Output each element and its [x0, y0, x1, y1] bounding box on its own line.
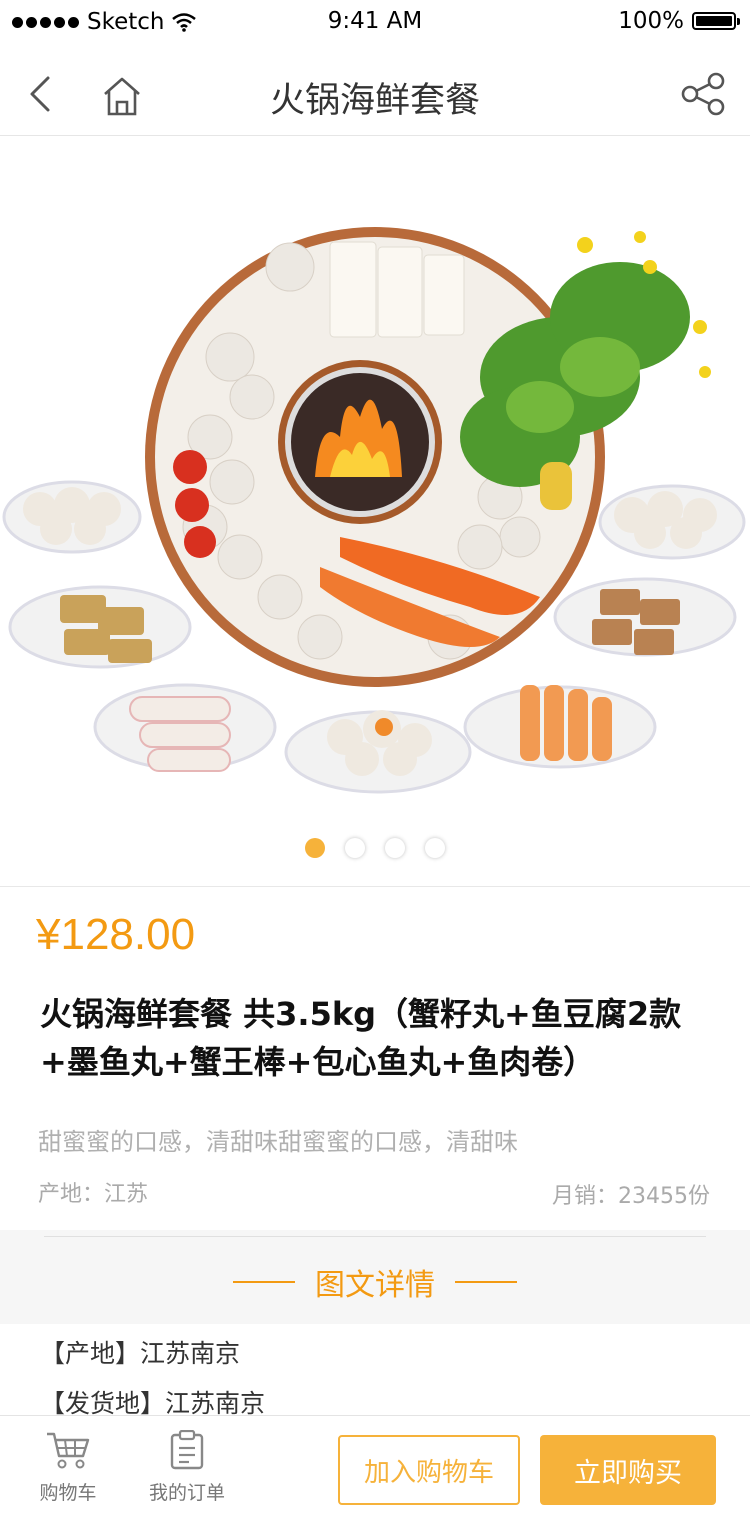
divider: [0, 886, 750, 887]
product-image-carousel[interactable]: [0, 137, 750, 885]
cart-label: 购物车: [39, 1482, 97, 1504]
cart-tab[interactable]: 购物车: [8, 1430, 128, 1505]
heading-dash-left: [233, 1281, 295, 1283]
carousel-dot-4[interactable]: [425, 838, 445, 858]
clipboard-icon: [170, 1429, 204, 1470]
carousel-dot-2[interactable]: [345, 838, 365, 858]
carousel-dot-1[interactable]: [305, 838, 325, 858]
product-price: ¥128.00: [36, 910, 196, 959]
product-description: 甜蜜蜜的口感，清甜味甜蜜蜜的口感，清甜味: [38, 1128, 518, 1156]
add-to-cart-button[interactable]: 加入购物车: [338, 1435, 520, 1505]
details-heading-label: 图文详情: [315, 1268, 435, 1303]
battery-icon: [692, 12, 740, 30]
orders-tab[interactable]: 我的订单: [127, 1429, 247, 1505]
divider: [44, 1236, 706, 1237]
nav-bar: 火锅海鲜套餐: [0, 50, 750, 136]
carousel-dot-3[interactable]: [385, 838, 405, 858]
heading-dash-right: [455, 1281, 517, 1283]
battery-percent: 100%: [618, 8, 684, 34]
carousel-indicator: [0, 838, 750, 858]
bottom-action-bar: 购物车 我的订单 加入购物车 立即购买: [0, 1415, 750, 1524]
status-bar: Sketch 9:41 AM 100%: [0, 0, 750, 42]
product-title: 火锅海鲜套餐 共3.5kg（蟹籽丸+鱼豆腐2款+墨鱼丸+蟹王棒+包心鱼丸+鱼肉卷…: [40, 995, 682, 1081]
details-heading: 图文详情: [0, 1260, 750, 1304]
page-title: 火锅海鲜套餐: [269, 81, 480, 121]
buy-now-button[interactable]: 立即购买: [540, 1435, 716, 1505]
cart-icon: [47, 1432, 90, 1469]
hotpot-image: [2, 227, 746, 794]
share-icon[interactable]: [680, 72, 728, 120]
status-right: 100%: [618, 8, 740, 34]
product-origin: 产地：江苏: [38, 1182, 149, 1207]
detail-origin: 【产地】江苏南京: [40, 1339, 241, 1368]
details-section-header: 图文详情: [0, 1230, 750, 1324]
orders-label: 我的订单: [148, 1482, 225, 1504]
monthly-sales: 月销：23455份: [552, 1184, 710, 1209]
